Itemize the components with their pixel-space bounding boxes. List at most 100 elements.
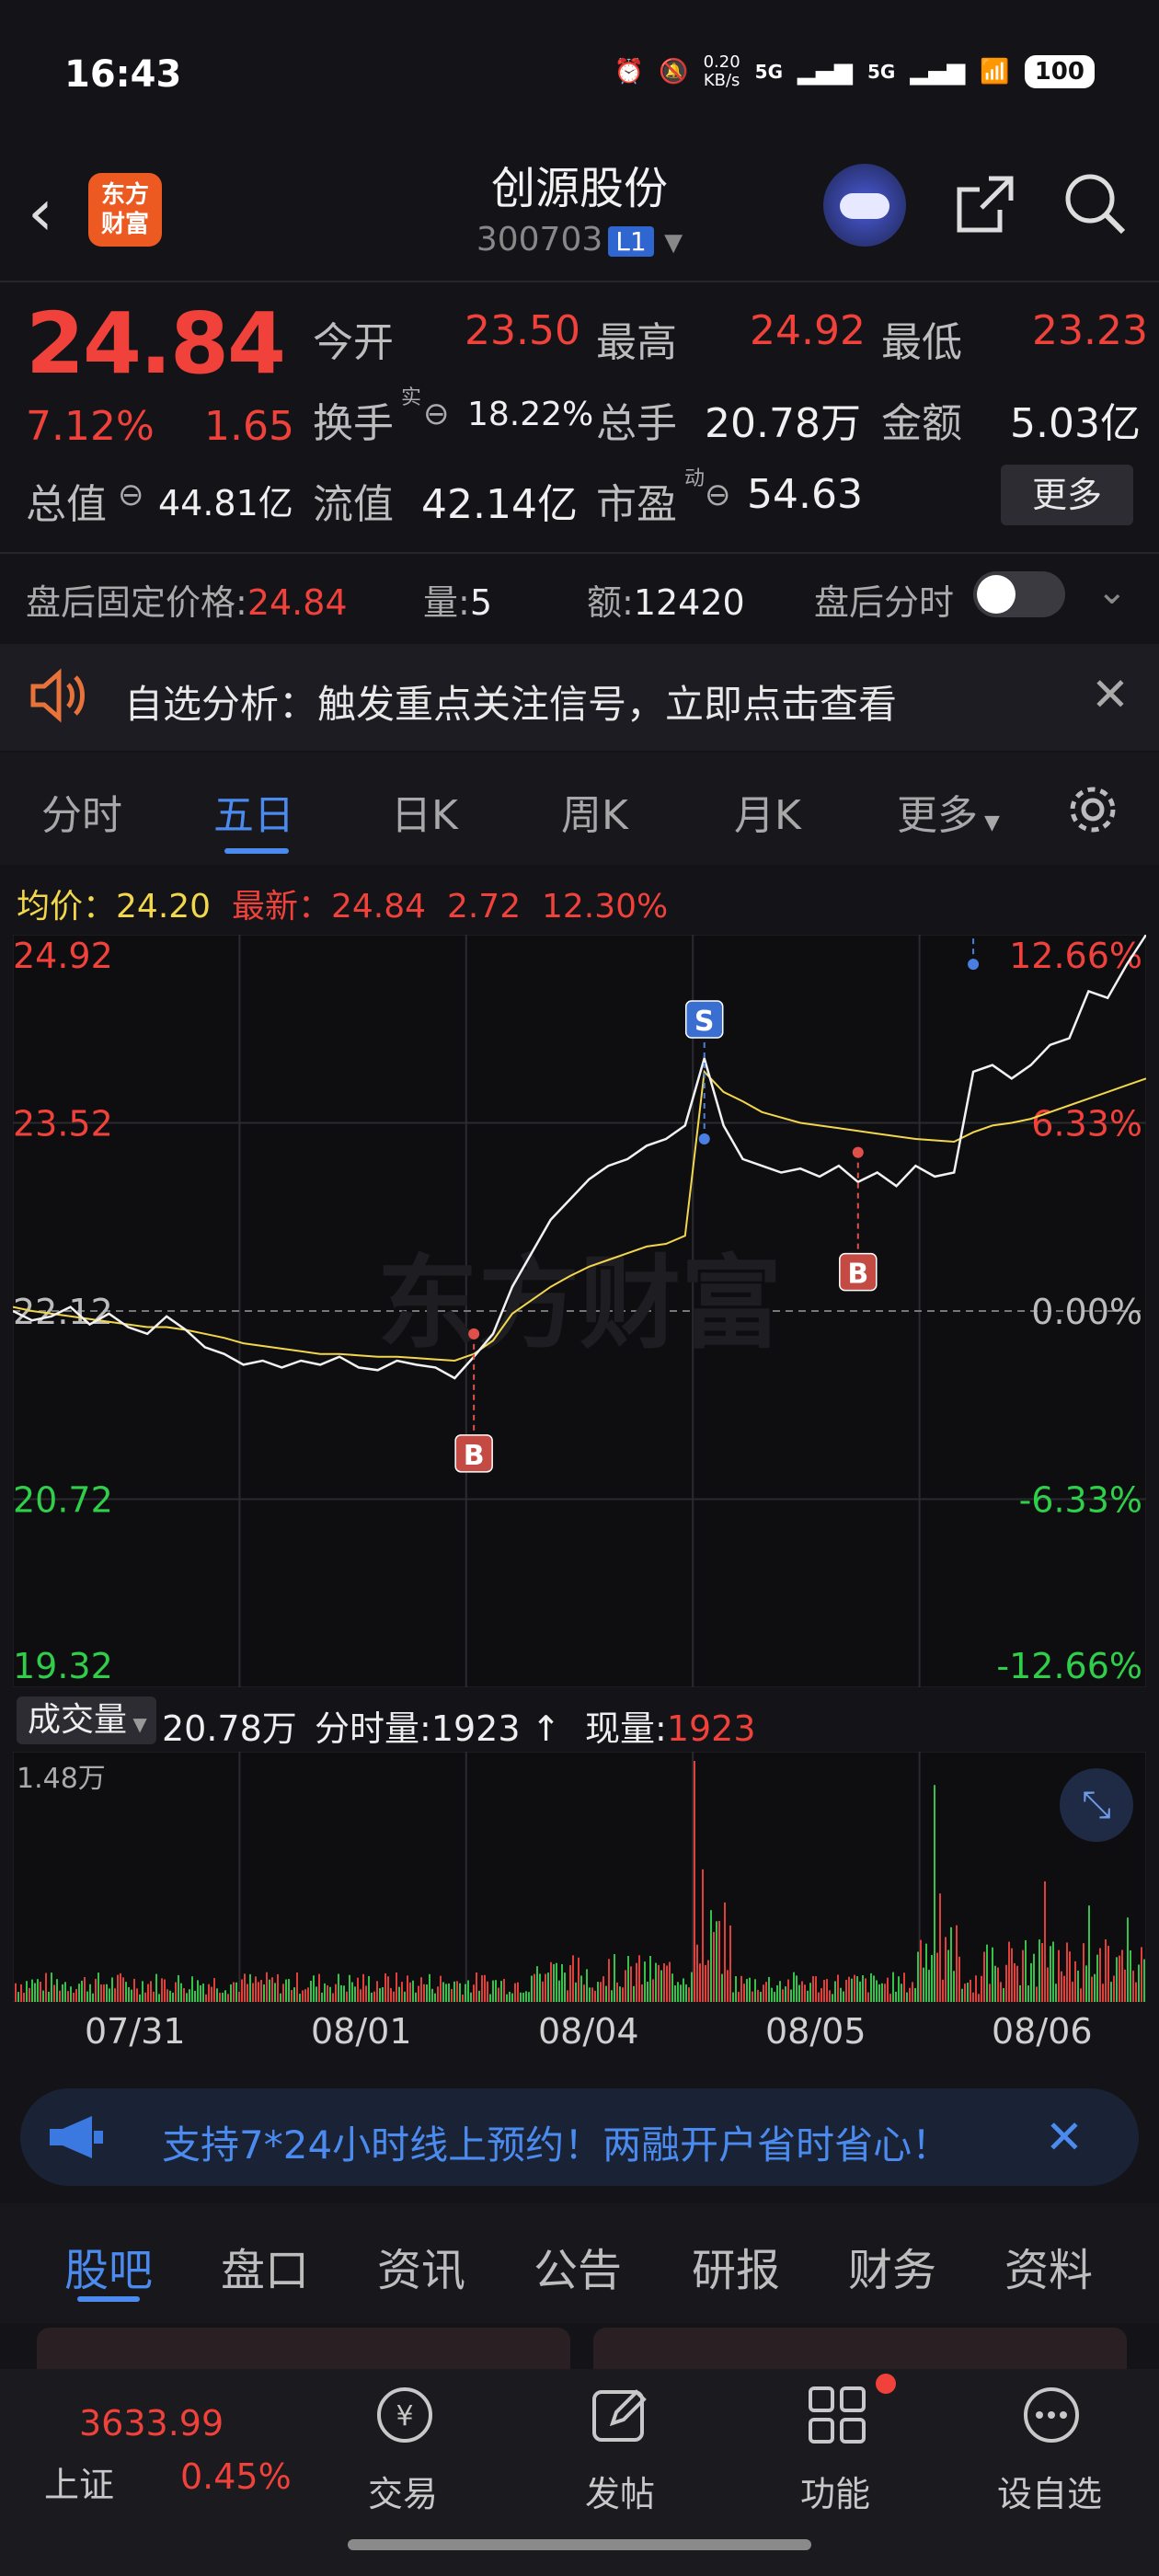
volume-bar bbox=[1088, 1905, 1090, 2002]
volume-bar bbox=[782, 1989, 784, 2002]
volume-bar bbox=[280, 1993, 281, 2002]
y-tick-right: -12.66% bbox=[996, 1646, 1142, 1686]
volume-bar bbox=[547, 1972, 549, 2002]
tab-research[interactable]: 研报 bbox=[692, 2234, 780, 2298]
watchlist-label[interactable]: 设自选 bbox=[997, 2466, 1102, 2516]
search-icon[interactable] bbox=[1062, 171, 1127, 236]
volume-bar bbox=[109, 1988, 110, 2002]
tab-daily-k[interactable]: 日K bbox=[391, 782, 458, 841]
robot-assistant-icon[interactable] bbox=[823, 164, 906, 247]
volume-bar bbox=[423, 1984, 425, 2002]
volume-bar bbox=[591, 1987, 593, 2002]
tab-news[interactable]: 资讯 bbox=[377, 2234, 465, 2298]
trade-label[interactable]: 交易 bbox=[368, 2466, 438, 2516]
volume-bar bbox=[539, 1973, 541, 2002]
volume-bar bbox=[718, 1920, 720, 2002]
volume-bar bbox=[578, 1957, 580, 2002]
volume-bar bbox=[961, 1988, 963, 2002]
after-hours-toggle[interactable] bbox=[973, 571, 1065, 617]
volume-bar bbox=[64, 1982, 66, 2002]
info-icon[interactable]: ⊖ bbox=[705, 477, 731, 513]
info-icon[interactable]: ⊖ bbox=[118, 477, 144, 513]
trade-yen-icon[interactable]: ¥ bbox=[373, 2383, 437, 2447]
tab-timeshare[interactable]: 分时 bbox=[41, 782, 122, 841]
tab-weekly-k[interactable]: 周K bbox=[561, 782, 628, 841]
index-value[interactable]: 3633.99 bbox=[79, 2403, 224, 2444]
volume-bar bbox=[1074, 1961, 1076, 2002]
volume-bar bbox=[1000, 1982, 1002, 2002]
current-volume: 现量:1923 bbox=[585, 1708, 756, 1749]
volume-bar bbox=[186, 1993, 188, 2002]
volume-bar bbox=[327, 1984, 328, 2002]
volume-bar bbox=[81, 1980, 83, 2002]
volume-bar bbox=[674, 1985, 676, 2002]
info-icon[interactable]: ⊖ bbox=[423, 396, 450, 432]
volume-bar bbox=[978, 1994, 980, 2002]
volume-bar bbox=[153, 1991, 155, 2002]
volume-selector[interactable]: 成交量 ▼ bbox=[17, 1696, 156, 1744]
volume-bar bbox=[542, 1981, 544, 2002]
close-icon[interactable]: ✕ bbox=[1091, 668, 1130, 721]
volume-bar bbox=[912, 1982, 913, 2002]
expand-icon[interactable]: ⤡ bbox=[1060, 1768, 1133, 1842]
volume-bar bbox=[384, 1972, 386, 2002]
share-icon[interactable] bbox=[952, 173, 1016, 237]
volume-bar bbox=[462, 1994, 464, 2002]
volume-bar bbox=[161, 1978, 163, 2002]
tab-guba[interactable]: 股吧 bbox=[64, 2234, 153, 2298]
volume-bar bbox=[412, 1980, 414, 2002]
volume-bar bbox=[238, 1991, 240, 2002]
post-edit-icon[interactable] bbox=[589, 2383, 653, 2447]
tab-monthly-k[interactable]: 月K bbox=[734, 782, 801, 841]
volume-bar bbox=[997, 1967, 999, 2002]
volume-bar bbox=[514, 1983, 516, 2002]
volume-bar bbox=[942, 1979, 944, 2002]
function-label[interactable]: 功能 bbox=[800, 2466, 870, 2516]
volume-bar bbox=[878, 1984, 880, 2002]
post-label[interactable]: 发帖 bbox=[585, 2466, 655, 2516]
tab-five-day[interactable]: 五日 bbox=[213, 782, 294, 841]
volume-chart bbox=[13, 1752, 1146, 2002]
volume-bar bbox=[630, 1966, 632, 2002]
volume-bar bbox=[53, 1984, 55, 2002]
chevron-down-icon[interactable]: ⌄ bbox=[1096, 570, 1128, 613]
volume-bar bbox=[884, 1984, 886, 2002]
volume-bar bbox=[282, 1984, 284, 2002]
volume-bar bbox=[235, 1982, 237, 2002]
volume-bar bbox=[313, 1975, 315, 2002]
volume-bar bbox=[56, 1979, 58, 2002]
volume-bar bbox=[793, 1972, 795, 2002]
volume-bar bbox=[1005, 1964, 1007, 2002]
tab-more[interactable]: 更多 ▼ bbox=[897, 782, 1000, 841]
volume-bar bbox=[1138, 1964, 1140, 2002]
settings-gear-icon[interactable] bbox=[1063, 780, 1122, 839]
volume-bar bbox=[600, 1982, 602, 2002]
watchlist-more-icon[interactable] bbox=[1019, 2383, 1084, 2447]
volume-bar bbox=[241, 1979, 243, 2002]
volume-bar bbox=[702, 1869, 704, 2002]
function-grid-icon[interactable] bbox=[805, 2383, 869, 2447]
tab-pankou[interactable]: 盘口 bbox=[221, 2234, 309, 2298]
tab-profile[interactable]: 资料 bbox=[1004, 2234, 1093, 2298]
volume-bar bbox=[407, 1975, 408, 2002]
volume-bar bbox=[495, 1980, 497, 2002]
five-day-price-chart[interactable]: 24.92 12.66%23.52 6.33%22.12 0.00%20.72 -6.3… bbox=[13, 935, 1146, 1687]
volume-bar bbox=[150, 1981, 152, 2002]
volume-bar bbox=[456, 1981, 458, 2002]
volume-bar bbox=[255, 1976, 257, 2002]
after-hours-timeshare-label: 盘后分时 bbox=[814, 582, 955, 623]
tab-announcement[interactable]: 公告 bbox=[534, 2234, 622, 2298]
more-button[interactable]: 更多 bbox=[1001, 465, 1133, 525]
tab-finance[interactable]: 财务 bbox=[848, 2234, 936, 2298]
volume-bar bbox=[608, 1959, 610, 2002]
volume-bar bbox=[677, 1982, 679, 2002]
trade-marker-point bbox=[968, 959, 980, 971]
volume-bar bbox=[840, 1987, 842, 2002]
volume-bar bbox=[873, 1975, 875, 2002]
volume-bar bbox=[51, 1972, 52, 2002]
volume-bar bbox=[531, 1975, 533, 2002]
volume-bar bbox=[166, 1989, 168, 2002]
volume-bar bbox=[213, 1978, 215, 2002]
close-icon[interactable]: ✕ bbox=[1045, 2110, 1084, 2164]
y-tick-right: 0.00% bbox=[1031, 1292, 1142, 1332]
